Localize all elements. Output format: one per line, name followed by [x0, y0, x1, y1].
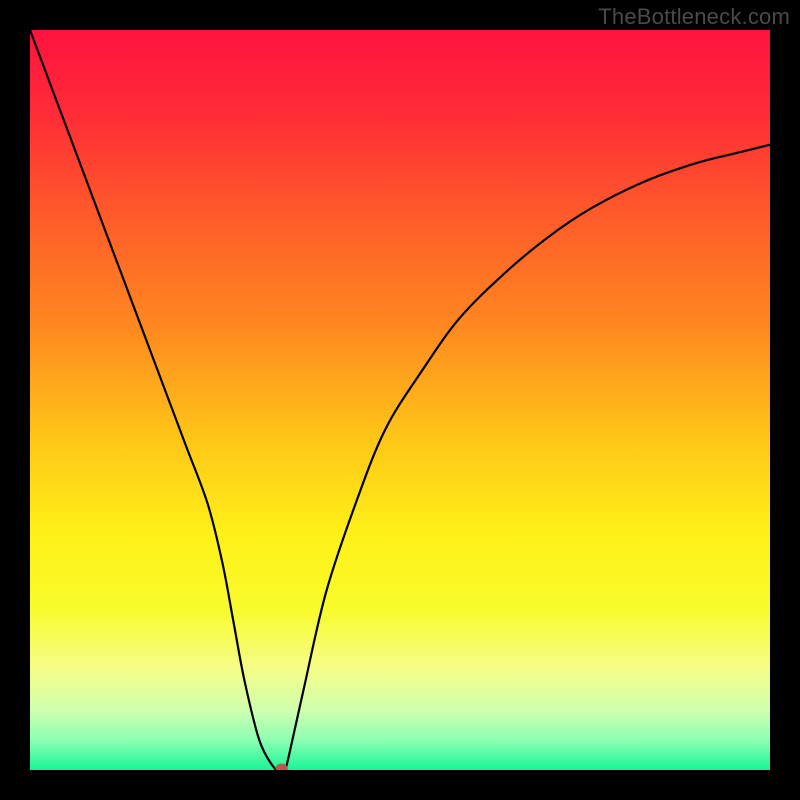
chart-frame: TheBottleneck.com — [0, 0, 800, 800]
plot-background — [30, 30, 770, 770]
watermark-text: TheBottleneck.com — [598, 4, 790, 30]
bottleneck-chart — [30, 30, 770, 770]
